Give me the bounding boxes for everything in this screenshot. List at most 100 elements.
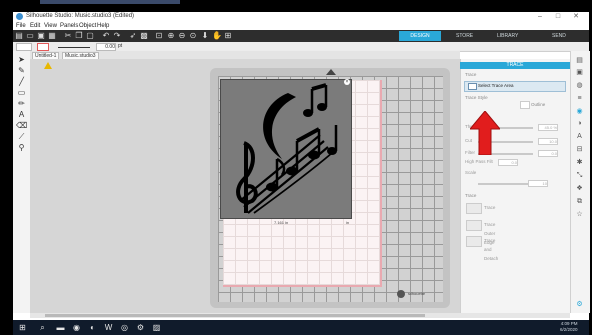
menu-help[interactable]: Help xyxy=(97,22,109,30)
music-notes-image[interactable] xyxy=(224,83,346,215)
menu-panels[interactable]: Panels xyxy=(60,22,78,30)
search-icon[interactable]: ⌕ xyxy=(38,323,47,332)
trace-panel-header: TRACE xyxy=(460,62,570,69)
zoom-out-icon[interactable]: ⊖ xyxy=(178,32,186,40)
pan-hand-icon[interactable]: ✋ xyxy=(212,32,222,40)
panel-settings-icon[interactable]: ⚙ xyxy=(574,301,585,309)
line-tool-icon[interactable]: ╱ xyxy=(16,77,27,86)
transform-panel-icon[interactable]: ⤡ xyxy=(574,172,585,180)
line-width-input[interactable]: 0.00 xyxy=(96,43,116,51)
silhouette-logo-icon xyxy=(397,290,405,298)
windows-taskbar xyxy=(13,320,589,335)
horizontal-scrollbar-thumb[interactable] xyxy=(45,314,425,317)
cut-icon[interactable]: ✂ xyxy=(64,32,72,40)
panel-icon-bar xyxy=(570,51,590,313)
high-pass-value[interactable]: 0.0 xyxy=(498,159,518,166)
minimize-button[interactable]: – xyxy=(532,12,548,22)
print-icon[interactable]: ▦ xyxy=(48,32,56,40)
save-icon[interactable]: ▣ xyxy=(37,32,45,40)
undo-icon[interactable]: ↶ xyxy=(102,32,110,40)
tab-library[interactable]: LIBRARY xyxy=(497,31,518,41)
tab-store[interactable]: STORE xyxy=(456,31,473,41)
taskbar-clock[interactable]: 4:09 PM 6/2/2020 xyxy=(560,321,578,333)
copy-icon[interactable]: ❐ xyxy=(75,32,83,40)
send-panel-icon[interactable]: ▣ xyxy=(574,69,585,77)
fill-panel-icon[interactable]: ◍ xyxy=(574,82,585,90)
line-color-swatch[interactable] xyxy=(37,43,49,51)
file-explorer-icon[interactable]: ▬ xyxy=(56,323,65,332)
text-tool-icon[interactable]: A xyxy=(16,110,27,119)
line-panel-icon[interactable]: ≡ xyxy=(574,95,585,103)
knife-tool-icon[interactable]: ⟋ xyxy=(16,132,27,141)
filter-value[interactable]: 0.0 xyxy=(538,150,558,157)
redo-icon[interactable]: ↷ xyxy=(113,32,121,40)
trace-option-label: Trace xyxy=(484,205,496,210)
paste-icon[interactable]: ▢ xyxy=(86,32,94,40)
maximize-button[interactable]: □ xyxy=(550,12,566,22)
add-page-icon[interactable]: ⊞ xyxy=(224,32,232,40)
cut-value[interactable]: 10.0 xyxy=(538,138,558,145)
start-icon[interactable]: ⊞ xyxy=(18,323,27,332)
trace-panel-icon[interactable]: ◉ xyxy=(574,108,585,116)
select-trace-area-label: Select Trace Area xyxy=(478,83,514,88)
app-logo-icon xyxy=(16,13,23,20)
clock-date: 6/2/2020 xyxy=(560,327,578,332)
gradient-panel-icon[interactable]: ◑ xyxy=(574,120,585,128)
eraser-tool-icon[interactable]: ⌫ xyxy=(16,121,27,130)
point-edit-tool-icon[interactable]: ✎ xyxy=(16,66,27,75)
settings-icon[interactable]: ⚙ xyxy=(136,323,145,332)
offset-panel-icon[interactable]: ❖ xyxy=(574,185,585,193)
star-panel-icon[interactable]: ☆ xyxy=(574,211,585,219)
menu-file[interactable]: File xyxy=(16,22,26,30)
modify-panel-icon[interactable]: ⧉ xyxy=(574,198,585,206)
pointer-icon[interactable]: ➶ xyxy=(129,32,137,40)
zoom-select-icon[interactable]: ⊙ xyxy=(189,32,197,40)
line-style-preview[interactable] xyxy=(58,47,90,48)
zoom-in-icon[interactable]: ⊕ xyxy=(167,32,175,40)
select-tool-icon[interactable]: ➤ xyxy=(16,55,27,64)
trace-style-label: Trace Style xyxy=(465,95,488,100)
trace-section-label: Trace xyxy=(465,72,477,77)
eyedropper-tool-icon[interactable]: ⚲ xyxy=(16,143,27,152)
page-setup-icon[interactable]: ▤ xyxy=(574,57,585,65)
new-file-icon[interactable]: ▤ xyxy=(15,32,23,40)
word-icon[interactable]: W xyxy=(104,323,113,332)
menu-view[interactable]: View xyxy=(44,22,57,30)
edge-icon[interactable]: ◐ xyxy=(88,323,97,332)
window-title: Silhouette Studio: Music.studio3 (Edited… xyxy=(26,13,135,19)
menu-object[interactable]: Object xyxy=(79,22,96,30)
pencil-tool-icon[interactable]: ✏ xyxy=(16,99,27,108)
photos-icon[interactable]: ▨ xyxy=(152,323,161,332)
line-width-unit: pt xyxy=(118,43,123,49)
fit-page-icon[interactable]: ⊡ xyxy=(155,32,163,40)
silhouette-studio-icon[interactable]: ◎ xyxy=(120,323,129,332)
open-file-icon[interactable]: ▭ xyxy=(26,32,34,40)
outline-label: Outline xyxy=(531,102,546,107)
chrome-icon[interactable]: ◉ xyxy=(72,323,81,332)
tab-send[interactable]: SEND xyxy=(552,31,566,41)
trace-area-close-icon[interactable]: × xyxy=(344,79,350,85)
threshold-value[interactable]: 45.0 % xyxy=(538,124,558,131)
mat-brand-text: silhouette xyxy=(408,291,426,296)
menu-edit[interactable]: Edit xyxy=(30,22,40,30)
trace-and-detach-label: Trace and Detach xyxy=(484,238,499,261)
text-panel-icon[interactable]: A xyxy=(574,133,585,141)
move-down-icon[interactable]: ⬇ xyxy=(201,32,209,40)
rectangle-tool-icon[interactable]: ▭ xyxy=(16,88,27,97)
scale-value[interactable]: 10 xyxy=(528,180,548,187)
replicate-panel-icon[interactable]: ✱ xyxy=(574,159,585,167)
fill-color-swatch[interactable] xyxy=(16,43,32,51)
outline-checkbox[interactable] xyxy=(520,101,530,109)
close-window-button[interactable]: ✕ xyxy=(568,12,584,22)
trace-outer-edge-icon xyxy=(466,220,482,231)
window-frame-left xyxy=(0,12,13,335)
warning-icon[interactable] xyxy=(44,62,52,69)
scale-slider[interactable] xyxy=(478,183,533,185)
trace-actions-label: Trace xyxy=(465,193,477,198)
feed-direction-icon xyxy=(326,69,336,75)
align-panel-icon[interactable]: ⊟ xyxy=(574,146,585,154)
trace-area-icon xyxy=(468,83,477,90)
tab-design[interactable]: DESIGN xyxy=(399,31,441,41)
grid-icon[interactable]: ▩ xyxy=(140,32,148,40)
scale-label: Scale xyxy=(465,170,477,175)
